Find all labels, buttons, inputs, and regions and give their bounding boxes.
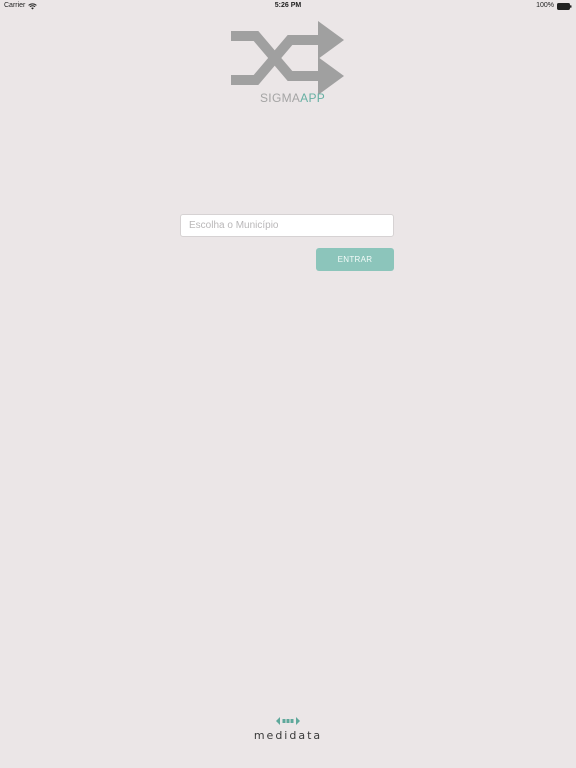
logo-text-app: APP — [300, 91, 326, 105]
logo-wordmark: SIGMAAPP — [260, 90, 325, 106]
battery-percent: 100% — [536, 2, 554, 9]
entrar-button[interactable]: ENTRAR — [316, 248, 394, 271]
sigmaapp-logo: SIGMAAPP — [228, 18, 348, 108]
status-time: 5:26 PM — [274, 2, 302, 9]
battery-icon — [557, 2, 572, 10]
municipio-input[interactable] — [180, 214, 394, 237]
status-right: 100% — [536, 0, 572, 12]
medidata-wordmark: medidata — [253, 729, 323, 742]
medidata-mark-icon — [276, 717, 300, 725]
status-bar: Carrier 5:26 PM 100% — [0, 0, 576, 12]
medidata-logo: medidata — [0, 716, 576, 748]
logo-text-sigma: SIGMA — [260, 91, 301, 105]
